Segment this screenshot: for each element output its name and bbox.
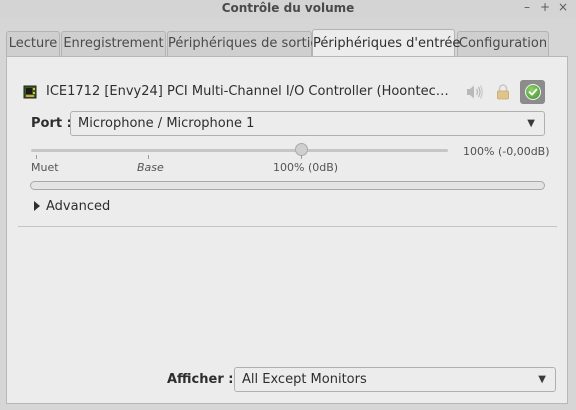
tick-base — [148, 155, 149, 159]
maximize-button[interactable]: + — [540, 0, 550, 16]
chevron-down-icon: ▼ — [527, 118, 535, 129]
tab-peripheriques-sortie[interactable]: Périphériques de sortie — [167, 31, 318, 56]
sound-card-icon — [23, 85, 37, 99]
window-titlebar: Contrôle du volume – + × — [0, 0, 576, 18]
advanced-label: Advanced — [46, 199, 111, 214]
port-select-value: Microphone / Microphone 1 — [78, 116, 255, 131]
check-icon — [525, 84, 541, 100]
tick-label-mute: Muet — [31, 161, 59, 174]
tick-label-base: Base — [137, 161, 164, 174]
advanced-expander[interactable]: Advanced — [34, 199, 110, 214]
peak-level-meter — [30, 181, 545, 190]
lock-channels-icon[interactable] — [496, 84, 510, 100]
volume-slider-track[interactable] — [31, 149, 448, 152]
tab-lecture[interactable]: Lecture — [6, 31, 60, 56]
input-devices-panel — [6, 56, 568, 404]
tab-peripheriques-entree[interactable]: Périphériques d'entrée — [312, 29, 460, 56]
window-title: Contrôle du volume — [221, 1, 355, 15]
show-filter-value: All Except Monitors — [242, 372, 367, 387]
tick-mute — [36, 155, 37, 159]
tab-configuration[interactable]: Configuration — [457, 31, 549, 56]
device-row: ICE1712 [Envy24] PCI Multi-Channel I/O C… — [20, 80, 552, 104]
minimize-button[interactable]: – — [522, 0, 532, 16]
tick-label-100: 100% (0dB) — [273, 161, 339, 174]
port-select[interactable]: Microphone / Microphone 1 ▼ — [70, 111, 545, 136]
tick-100 — [301, 155, 302, 159]
chevron-down-icon: ▼ — [538, 374, 546, 385]
volume-value: 100% (-0,00dB) — [463, 145, 550, 158]
expander-arrow-icon — [34, 201, 40, 211]
window-controls: – + × — [522, 0, 568, 16]
mute-toggle-speaker-icon[interactable] — [466, 84, 484, 100]
show-label: Afficher : — [167, 372, 234, 387]
close-button[interactable]: × — [558, 0, 568, 16]
device-name: ICE1712 [Envy24] PCI Multi-Channel I/O C… — [46, 84, 452, 99]
separator — [18, 226, 557, 227]
show-filter-select[interactable]: All Except Monitors ▼ — [234, 367, 556, 392]
port-label: Port : — [31, 116, 72, 131]
set-default-button[interactable] — [520, 80, 545, 104]
tab-enregistrement[interactable]: Enregistrement — [61, 31, 166, 56]
